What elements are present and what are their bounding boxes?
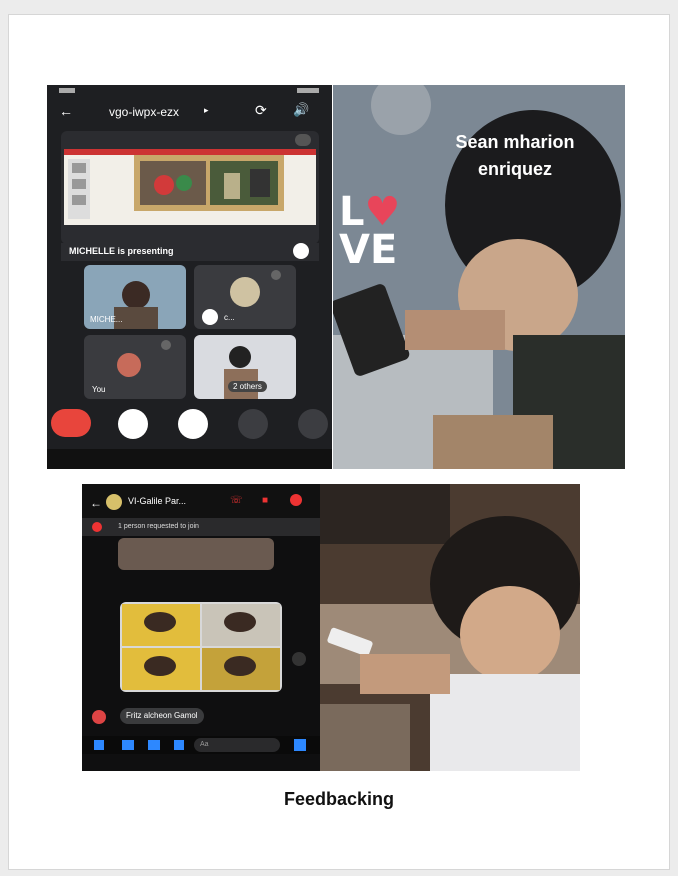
like-icon[interactable] [294, 739, 306, 751]
sender-avatar [92, 710, 106, 724]
meet-header: ← vgo-iwpx-ezx ▸ ⟳ 🔊 [47, 99, 332, 123]
participant-tile-4: 2 others [194, 335, 296, 399]
join-request-bar[interactable]: 1 person requested to join [82, 518, 320, 536]
slide-content [64, 149, 316, 225]
nav-bar [47, 449, 332, 469]
share-icon[interactable] [292, 652, 306, 666]
messenger-screenshot: ← VI-Galile Par... ☏ ■ 1 person requeste… [82, 484, 320, 771]
back-arrow-icon[interactable]: ← [90, 496, 102, 510]
others-count[interactable]: 2 others [228, 381, 267, 392]
chat-title: VI-Galile Par... [128, 496, 187, 506]
participant-tile-1: MICHE... [84, 265, 186, 329]
dropdown-arrow-icon[interactable]: ▸ [204, 105, 209, 116]
call-icon[interactable]: ☏ [230, 495, 243, 506]
fullscreen-icon[interactable] [293, 243, 309, 259]
info-icon[interactable] [290, 494, 302, 506]
mic-off-icon[interactable] [178, 409, 208, 439]
gallery-icon[interactable] [148, 740, 160, 750]
camera-icon[interactable] [122, 740, 134, 750]
request-icon [92, 522, 102, 532]
student-photo-2 [320, 484, 580, 771]
participant-tile-2: c... [194, 265, 296, 329]
shared-photo-top[interactable] [118, 538, 274, 570]
video-call-icon[interactable]: ■ [262, 495, 268, 506]
raise-hand-button[interactable] [238, 409, 268, 439]
switch-camera-icon[interactable]: ⟳ [255, 102, 267, 119]
participant-tile-3: You [84, 335, 186, 399]
more-options-icon[interactable] [298, 409, 328, 439]
group-avatar [106, 494, 122, 510]
sender-name-bubble: Fritz alcheon Gamol [120, 708, 204, 724]
presentation-tile [61, 131, 319, 244]
mute-indicator-icon [295, 134, 311, 146]
shared-photo-grid[interactable] [120, 602, 282, 692]
love-sticker: L♥ VE [339, 192, 400, 270]
participant-name: MICHE... [90, 315, 123, 324]
end-call-button[interactable] [51, 409, 91, 437]
back-arrow-icon[interactable]: ← [59, 103, 73, 119]
speaker-icon[interactable]: 🔊 [293, 102, 309, 118]
composer-bar: Aa [82, 736, 320, 754]
join-request-text: 1 person requested to join [118, 523, 199, 530]
meet-screenshot: ← vgo-iwpx-ezx ▸ ⟳ 🔊 MICHELLE is present… [47, 85, 332, 469]
chat-header: ← VI-Galile Par... ☏ ■ [82, 484, 320, 518]
menu-icon[interactable] [94, 740, 104, 750]
camera-off-icon[interactable] [118, 409, 148, 439]
name-overlay: Sean mharion enriquez [455, 132, 575, 179]
presenting-text: MICHELLE is presenting [69, 246, 174, 256]
sticker-letters: VE [339, 227, 398, 273]
participant-name: c... [224, 313, 235, 322]
student-photo-1: Sean mharion enriquez L♥ VE [333, 85, 625, 469]
mic-icon[interactable] [174, 740, 184, 750]
status-bar [47, 85, 332, 97]
caption: Feedbacking [283, 789, 395, 809]
presenting-bar: MICHELLE is presenting [61, 243, 319, 261]
meeting-code: vgo-iwpx-ezx [109, 105, 180, 119]
participant-name: You [92, 385, 106, 394]
raise-hand-icon [202, 309, 218, 325]
sender-name: Fritz alcheon Gamol [126, 711, 198, 720]
message-input[interactable]: Aa [194, 738, 280, 752]
